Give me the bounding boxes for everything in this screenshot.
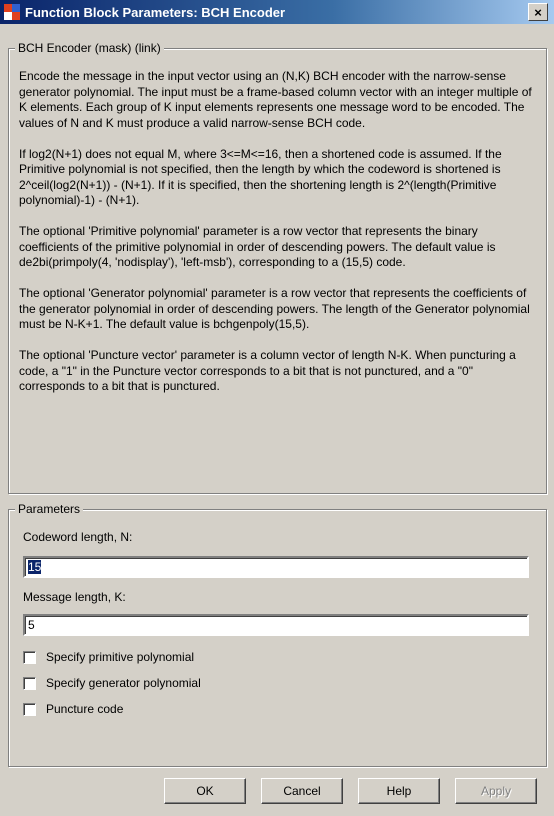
description-text: Encode the message in the input vector u… xyxy=(19,69,537,410)
checkbox-label: Puncture code xyxy=(46,702,124,716)
window-title: Function Block Parameters: BCH Encoder xyxy=(25,4,286,20)
description-paragraph: Encode the message in the input vector u… xyxy=(19,69,532,130)
checkbox-label: Specify primitive polynomial xyxy=(46,650,195,664)
parameters-legend: Parameters xyxy=(15,502,84,516)
description-paragraph: If log2(N+1) does not equal M, where 3<=… xyxy=(19,146,502,208)
close-button[interactable]: × xyxy=(528,3,548,21)
description-legend: BCH Encoder (mask) (link) xyxy=(15,41,164,55)
description-group: BCH Encoder (mask) (link) Encode the mes… xyxy=(8,41,547,494)
description-paragraph: The optional 'Primitive polynomial' para… xyxy=(19,224,496,269)
title-bar: Function Block Parameters: BCH Encoder × xyxy=(0,0,554,24)
message-length-input[interactable]: 5 xyxy=(23,614,529,636)
description-paragraph: The optional 'Puncture vector' parameter… xyxy=(19,348,516,393)
codeword-length-label: Codeword length, N: xyxy=(23,530,133,544)
help-button[interactable]: Help xyxy=(358,778,440,804)
checkbox-box[interactable] xyxy=(23,650,36,664)
puncture-code-checkbox[interactable]: Puncture code xyxy=(23,702,123,716)
apply-button[interactable]: Apply xyxy=(455,778,537,804)
checkbox-label: Specify generator polynomial xyxy=(46,676,201,690)
message-length-label: Message length, K: xyxy=(23,590,126,604)
close-icon: × xyxy=(534,4,542,20)
checkbox-box[interactable] xyxy=(23,676,36,690)
simulink-block-icon xyxy=(4,4,20,20)
ok-button[interactable]: OK xyxy=(164,778,246,804)
codeword-length-input[interactable]: 15 xyxy=(23,556,529,578)
specify-primitive-polynomial-checkbox[interactable]: Specify primitive polynomial xyxy=(23,650,194,664)
description-paragraph: The optional 'Generator polynomial' para… xyxy=(19,286,530,331)
parameters-group: Parameters Codeword length, N: 15 Messag… xyxy=(8,502,547,767)
codeword-length-value: 15 xyxy=(28,560,42,574)
checkbox-box[interactable] xyxy=(23,702,36,716)
specify-generator-polynomial-checkbox[interactable]: Specify generator polynomial xyxy=(23,676,201,690)
cancel-button[interactable]: Cancel xyxy=(261,778,343,804)
message-length-value: 5 xyxy=(28,618,35,632)
